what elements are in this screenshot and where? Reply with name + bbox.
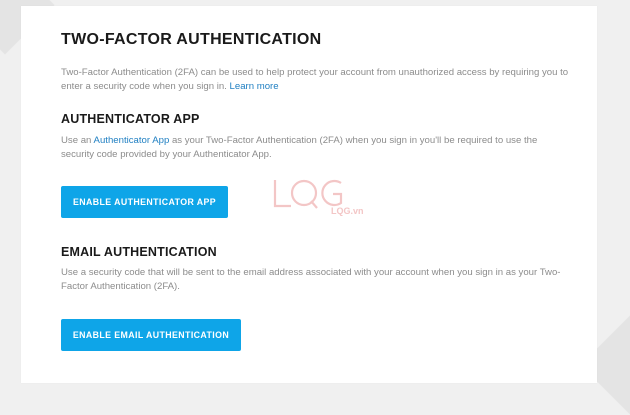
enable-email-authentication-button[interactable]: ENABLE EMAIL AUTHENTICATION: [61, 319, 241, 351]
enable-authenticator-app-button[interactable]: ENABLE AUTHENTICATOR APP: [61, 186, 228, 218]
email-auth-heading: EMAIL AUTHENTICATION: [61, 245, 217, 259]
learn-more-link[interactable]: Learn more: [230, 81, 279, 92]
page-title: TWO-FACTOR AUTHENTICATION: [61, 31, 322, 48]
two-factor-panel: TWO-FACTOR AUTHENTICATION Two-Factor Aut…: [21, 6, 597, 383]
authenticator-description: Use an Authenticator App as your Two-Fac…: [61, 135, 538, 160]
watermark-text: LQG.vn: [331, 206, 363, 216]
watermark-logo: LQG.vn: [273, 179, 363, 216]
authenticator-app-link[interactable]: Authenticator App: [94, 135, 170, 146]
authenticator-heading: AUTHENTICATOR APP: [61, 112, 200, 126]
intro-text: Two-Factor Authentication (2FA) can be u…: [61, 67, 569, 92]
email-auth-description: Use a security code that will be sent to…: [61, 267, 561, 292]
